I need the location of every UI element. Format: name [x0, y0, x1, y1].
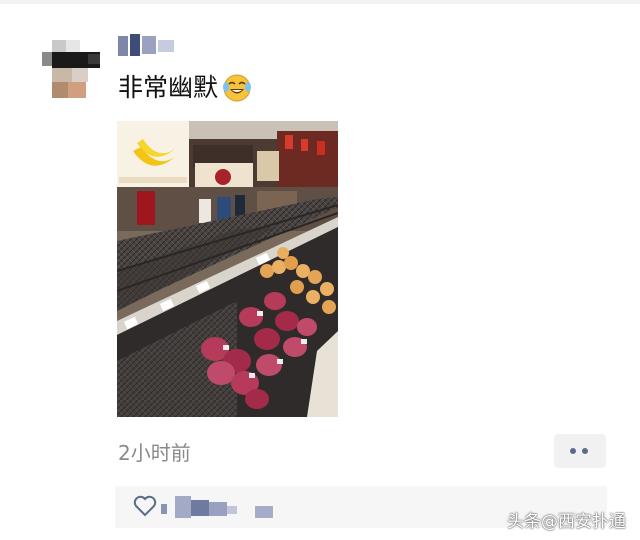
post-text-row: 非常幽默 — [118, 70, 252, 106]
top-divider — [0, 0, 640, 4]
heart-icon — [133, 495, 157, 517]
face-with-tears-of-joy-icon — [223, 74, 252, 102]
avatar[interactable] — [42, 40, 102, 102]
liker-names[interactable] — [161, 496, 301, 524]
user-nickname[interactable] — [118, 32, 176, 58]
post-text: 非常幽默 — [118, 73, 219, 102]
post-photo[interactable] — [117, 121, 338, 417]
more-dot-icon — [582, 448, 588, 454]
more-dot-icon — [570, 448, 576, 454]
more-actions-button[interactable] — [554, 434, 606, 468]
watermark: 头条@西安扑通 — [507, 512, 626, 532]
post-time: 2小时前 — [118, 441, 191, 465]
